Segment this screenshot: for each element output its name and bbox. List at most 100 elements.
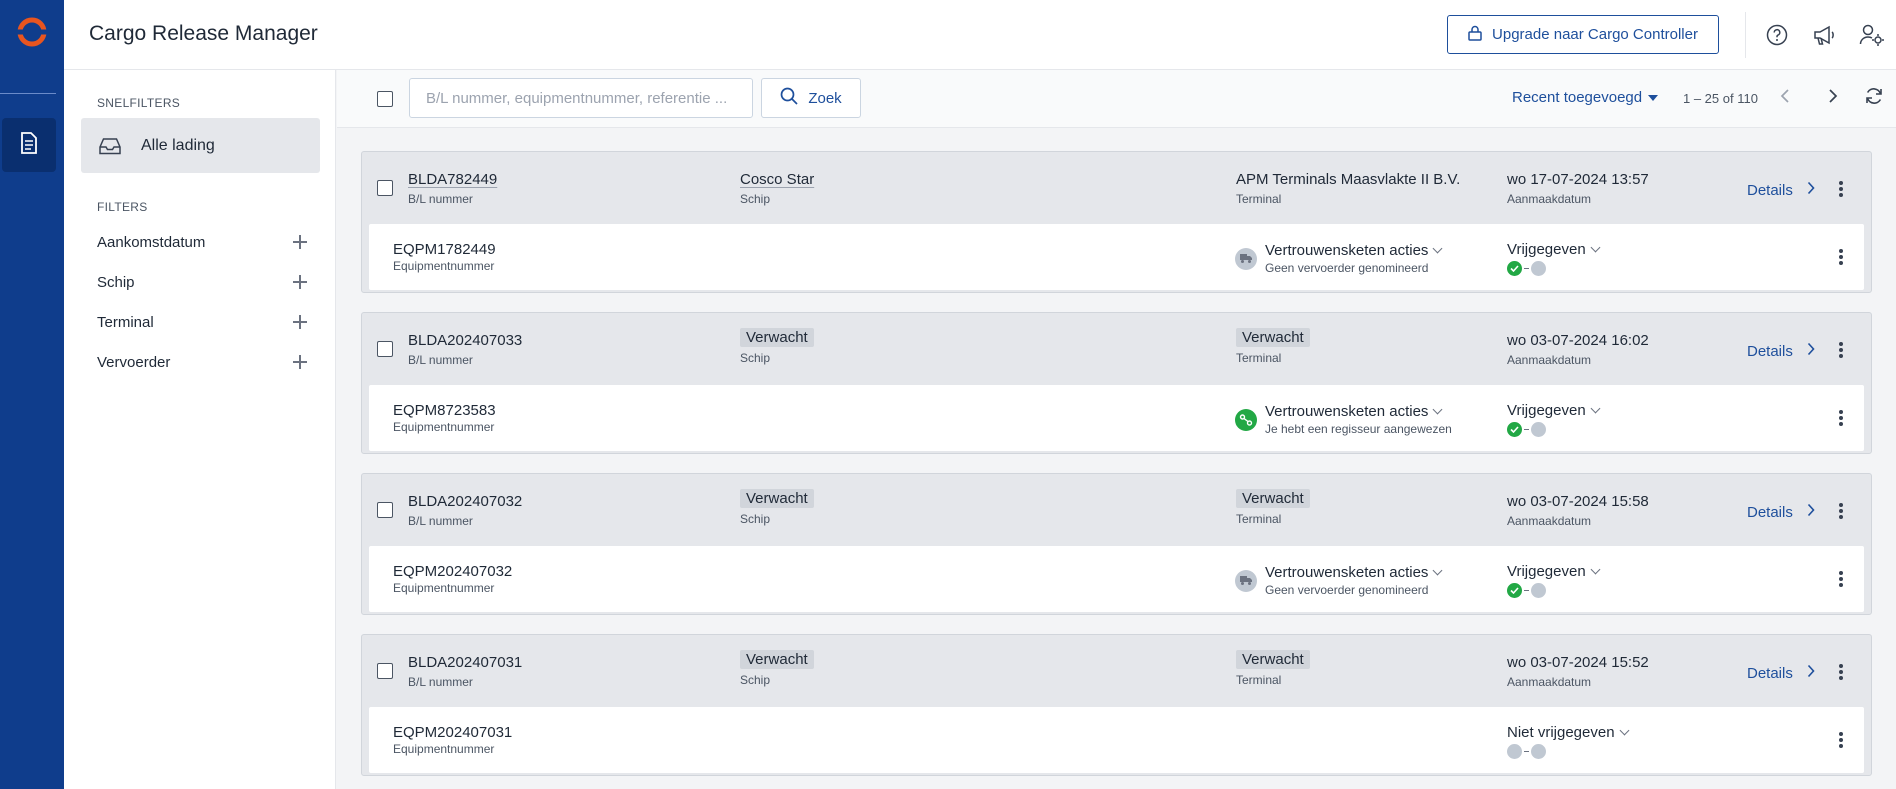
row-checkbox[interactable] (377, 180, 393, 196)
release-steps (1507, 744, 1628, 759)
bl-label: B/L nummer (408, 353, 473, 367)
release-steps (1507, 583, 1599, 598)
search-button-label: Zoek (808, 89, 842, 107)
filter-terminal[interactable]: Terminal (97, 308, 307, 336)
chevron-left-icon (1780, 88, 1790, 109)
card-menu-icon[interactable] (1836, 340, 1846, 360)
equipment-number: EQPM1782449 (393, 241, 496, 258)
filter-ship[interactable]: Schip (97, 268, 307, 296)
details-label: Details (1747, 664, 1793, 682)
quick-filter-label: Alle lading (141, 136, 215, 154)
created-value: wo 03-07-2024 16:02 (1507, 332, 1649, 349)
details-link[interactable]: Details (1747, 664, 1815, 682)
details-link[interactable]: Details (1747, 503, 1815, 521)
details-link[interactable]: Details (1747, 342, 1815, 360)
row-menu-icon[interactable] (1836, 408, 1846, 428)
filter-arrival-date[interactable]: Aankomstdatum (97, 228, 307, 256)
chevron-down-icon (1432, 565, 1443, 576)
release-status[interactable]: Vrijgegeven (1507, 563, 1601, 598)
chevron-down-icon (1432, 404, 1443, 415)
prev-page-button[interactable] (1772, 85, 1798, 111)
release-label: Vrijgegeven (1507, 241, 1586, 258)
ship-value[interactable]: Cosco Star (740, 171, 814, 188)
plus-icon[interactable] (293, 315, 307, 329)
help-icon[interactable] (1764, 22, 1790, 48)
plus-icon[interactable] (293, 355, 307, 369)
card-menu-icon[interactable] (1836, 501, 1846, 521)
next-page-button[interactable] (1820, 85, 1846, 111)
pending-circle-icon (1531, 583, 1546, 598)
trust-chain[interactable]: Vertrouwensketen acties Geen vervoerder … (1235, 564, 1443, 597)
select-all-checkbox[interactable] (377, 91, 393, 107)
created-field: wo 03-07-2024 16:02 Aanmaakdatum (1507, 332, 1649, 367)
cargo-card: BLDA202407032 B/L nummer Verwacht Schip … (361, 473, 1872, 615)
release-status[interactable]: Vrijgegeven (1507, 241, 1601, 276)
release-label: Niet vrijgegeven (1507, 724, 1615, 741)
bl-number[interactable]: BLDA202407033 (408, 332, 522, 349)
filters-heading: FILTERS (97, 200, 148, 214)
card-menu-icon[interactable] (1836, 179, 1846, 199)
terminal-field: Verwacht Terminal (1236, 489, 1310, 526)
row-checkbox[interactable] (377, 502, 393, 518)
trust-chain[interactable]: Vertrouwensketen acties Geen vervoerder … (1235, 242, 1443, 275)
equipment-number: EQPM8723583 (393, 402, 496, 419)
details-link[interactable]: Details (1747, 181, 1815, 199)
document-icon (20, 131, 38, 159)
terminal-field: Verwacht Terminal (1236, 328, 1310, 365)
row-menu-icon[interactable] (1836, 730, 1846, 750)
handshake-icon (1235, 408, 1257, 431)
filter-label: Vervoerder (97, 353, 171, 371)
trust-actions-label: Vertrouwensketen acties (1265, 242, 1429, 259)
search-icon (780, 87, 798, 109)
ship-tag: Verwacht (740, 489, 814, 508)
caret-down-icon (1648, 94, 1659, 101)
ship-field: Verwacht Schip (740, 328, 814, 365)
chevron-right-icon (1807, 664, 1815, 682)
row-menu-icon[interactable] (1836, 247, 1846, 267)
terminal-field: Verwacht Terminal (1236, 650, 1310, 687)
rail-item-documents[interactable] (2, 118, 56, 172)
quick-filter-all-cargo[interactable]: Alle lading (81, 118, 320, 173)
row-menu-icon[interactable] (1836, 569, 1846, 589)
user-settings-icon[interactable] (1859, 22, 1885, 48)
row-checkbox[interactable] (377, 341, 393, 357)
search-input[interactable] (409, 78, 753, 118)
upgrade-button[interactable]: Upgrade naar Cargo Controller (1447, 15, 1719, 54)
filter-label: Aankomstdatum (97, 233, 206, 251)
lock-icon (1468, 25, 1482, 45)
plus-icon[interactable] (293, 235, 307, 249)
inbox-icon (99, 137, 125, 155)
bl-field: BLDA782449 B/L nummer (408, 171, 497, 206)
terminal-label: Terminal (1236, 673, 1282, 687)
release-status[interactable]: Niet vrijgegeven (1507, 724, 1630, 759)
sort-label: Recent toegevoegd (1512, 89, 1643, 106)
card-menu-icon[interactable] (1836, 662, 1846, 682)
bl-number[interactable]: BLDA202407031 (408, 654, 522, 671)
chevron-down-icon (1590, 403, 1601, 414)
cargo-card: BLDA202407033 B/L nummer Verwacht Schip … (361, 312, 1872, 454)
release-label: Vrijgegeven (1507, 563, 1586, 580)
trust-status: Geen vervoerder genomineerd (1265, 583, 1429, 597)
equipment-field: EQPM8723583 Equipmentnummer (393, 402, 496, 434)
ship-label: Schip (740, 351, 771, 365)
bl-number[interactable]: BLDA782449 (408, 171, 497, 188)
megaphone-icon[interactable] (1812, 22, 1838, 48)
search-button[interactable]: Zoek (761, 78, 861, 118)
ship-field: Cosco Star Schip (740, 171, 814, 206)
row-checkbox[interactable] (377, 663, 393, 679)
filter-carrier[interactable]: Vervoerder (97, 348, 307, 376)
trust-chain[interactable]: Vertrouwensketen acties Je hebt een regi… (1235, 403, 1452, 436)
plus-icon[interactable] (293, 275, 307, 289)
step-connector (1524, 267, 1529, 270)
bl-number[interactable]: BLDA202407032 (408, 493, 522, 510)
ship-tag: Verwacht (740, 328, 814, 347)
refresh-button[interactable] (1861, 85, 1887, 111)
created-value: wo 03-07-2024 15:58 (1507, 493, 1649, 510)
app-logo[interactable] (0, 0, 64, 64)
sort-dropdown[interactable]: Recent toegevoegd (1512, 89, 1659, 106)
release-status[interactable]: Vrijgegeven (1507, 402, 1601, 437)
sidebar: SNELFILTERS Alle lading FILTERS Aankomst… (64, 70, 336, 789)
check-circle-icon (1507, 422, 1522, 437)
ship-label: Schip (740, 512, 771, 526)
rail-divider (0, 93, 56, 94)
